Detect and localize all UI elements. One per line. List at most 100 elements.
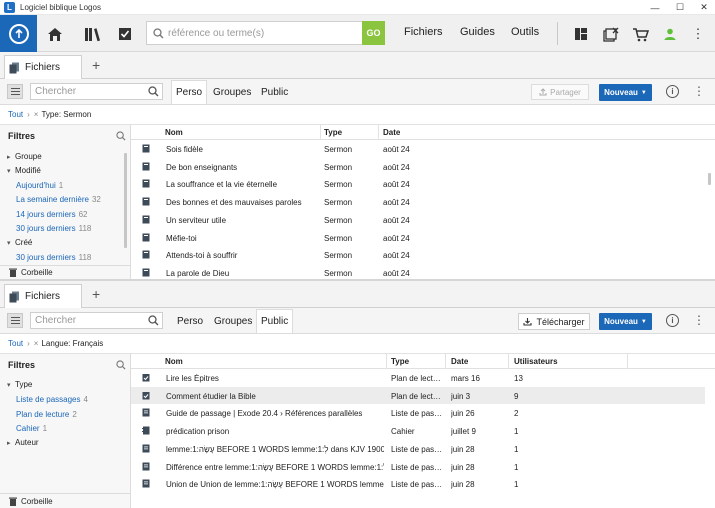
tab-groupes[interactable]: Groupes	[210, 309, 256, 333]
cart-icon[interactable]	[629, 23, 651, 45]
new-button[interactable]: Nouveau ▼	[599, 84, 652, 101]
minimize-icon[interactable]: —	[643, 0, 667, 15]
table-scrollbar[interactable]	[708, 173, 711, 185]
table-row[interactable]: Sois fidèle Sermon août 24	[131, 140, 705, 158]
close-icon[interactable]: ✕	[692, 0, 715, 15]
tab-perso[interactable]: Perso	[173, 309, 207, 333]
add-tab-icon[interactable]: +	[92, 286, 100, 302]
table-row[interactable]: Union de Union de lemme:1:עָשָׂה BEFORE …	[131, 475, 705, 493]
breadcrumb-home-link[interactable]: Tout	[8, 339, 23, 348]
filter-last-30-days[interactable]: 30 jours derniers 118	[16, 224, 91, 233]
download-button[interactable]: Télécharger	[518, 313, 590, 330]
sidebar-toggle-icon[interactable]	[7, 84, 23, 99]
table-row[interactable]: Guide de passage | Exode 20.4 › Référenc…	[131, 404, 705, 422]
tab-public[interactable]: Public	[256, 309, 294, 333]
layout-icon[interactable]	[570, 23, 592, 45]
column-separator[interactable]	[627, 354, 628, 369]
table-row[interactable]: Des bonnes et des mauvaises paroles Sermo…	[131, 193, 705, 211]
column-header-name[interactable]: Nom	[165, 357, 183, 366]
filter-group[interactable]: ▸ Groupe	[7, 152, 42, 161]
library-icon[interactable]	[81, 23, 103, 45]
add-tab-icon[interactable]: +	[92, 57, 100, 73]
filter-search-icon[interactable]	[116, 131, 126, 141]
column-header-name[interactable]: Nom	[165, 128, 183, 137]
table-row[interactable]: prédication prison Cahier juillet 9 1	[131, 422, 705, 440]
table-row[interactable]: Lire les Épitres Plan de lect… mars 16 13	[131, 369, 705, 387]
column-header-type[interactable]: Type	[391, 357, 409, 366]
column-separator[interactable]	[445, 354, 446, 369]
cell-name: Comment étudier la Bible	[166, 391, 256, 401]
table-row[interactable]: Un serviteur utile Sermon août 24	[131, 211, 705, 229]
filter-created-last-30-days[interactable]: 30 jours derniers 118	[16, 253, 91, 262]
table-row[interactable]: Comment étudier la Bible Plan de lect… jui…	[131, 386, 705, 405]
panel-more-icon[interactable]: ⋮	[693, 84, 705, 99]
breadcrumb-separator-icon: ›	[27, 339, 30, 348]
filter-today[interactable]: Aujourd'hui 1	[16, 181, 63, 190]
column-header-date[interactable]: Date	[451, 357, 468, 366]
panel-more-icon[interactable]: ⋮	[693, 313, 705, 328]
go-button[interactable]: GO	[362, 21, 385, 45]
remove-filter-icon[interactable]: ×	[34, 339, 39, 348]
panel-search-input[interactable]	[35, 315, 145, 326]
new-button[interactable]: Nouveau ▼	[599, 313, 652, 330]
filter-author[interactable]: ▸ Auteur	[7, 438, 39, 447]
column-header-users[interactable]: Utilisateurs	[514, 357, 558, 366]
share-button[interactable]: Partager	[531, 84, 589, 100]
filters-header: Filtres	[8, 360, 36, 370]
sermon-icon	[142, 215, 150, 224]
panel-toolbar-bottom: Perso Groupes Public Télécharger Nouveau…	[0, 308, 715, 334]
table-row[interactable]: De bon enseignants Sermon août 24	[131, 158, 705, 176]
maximize-icon[interactable]: ☐	[668, 0, 692, 15]
filter-search-icon[interactable]	[116, 360, 126, 370]
user-avatar-icon[interactable]	[659, 23, 681, 45]
filter-last-week[interactable]: La semaine dernière 32	[16, 195, 101, 204]
tab-fichiers-top[interactable]: Fichiers	[4, 55, 82, 79]
remove-filter-icon[interactable]: ×	[34, 110, 39, 119]
checklist-icon[interactable]	[114, 23, 136, 45]
menu-guides[interactable]: Guides	[460, 26, 495, 38]
logos-home-button[interactable]	[0, 15, 37, 52]
filter-created[interactable]: ▾ Créé	[7, 238, 32, 247]
list-icon	[142, 408, 150, 417]
column-header-date[interactable]: Date	[383, 128, 400, 137]
panel-search-input[interactable]	[35, 86, 145, 97]
table-row[interactable]: Attends-toi à souffrir Sermon août 24	[131, 246, 705, 264]
table-row[interactable]: La souffrance et la vie éternelle Sermon a…	[131, 175, 705, 193]
filters-scrollbar[interactable]	[124, 153, 127, 248]
menu-outils[interactable]: Outils	[511, 26, 539, 38]
tab-public[interactable]: Public	[257, 80, 292, 104]
filter-notebook[interactable]: Cahier 1	[16, 424, 47, 433]
home-icon[interactable]	[44, 23, 66, 45]
filter-reading-plan[interactable]: Plan de lecture 2	[16, 410, 77, 419]
column-separator[interactable]	[320, 125, 321, 140]
filter-type[interactable]: ▾ Type	[7, 380, 32, 389]
tab-perso[interactable]: Perso	[171, 80, 208, 104]
filter-passage-list[interactable]: Liste de passages 4	[16, 395, 88, 404]
main-search-input[interactable]	[168, 27, 348, 39]
column-separator[interactable]	[386, 354, 387, 369]
trash-item[interactable]: Corbeille	[0, 265, 130, 278]
info-icon[interactable]: i	[666, 85, 679, 98]
filter-last-14-days[interactable]: 14 jours derniers 62	[16, 210, 88, 219]
table-row[interactable]: Méfie-toi Sermon août 24	[131, 229, 705, 247]
trash-item[interactable]: Corbeille	[0, 493, 130, 508]
column-separator[interactable]	[378, 125, 379, 140]
menu-fichiers[interactable]: Fichiers	[404, 26, 443, 38]
breadcrumb-home-link[interactable]: Tout	[8, 110, 23, 119]
cell-type: Cahier	[391, 427, 415, 437]
cell-type: Sermon	[324, 215, 353, 225]
table-row[interactable]: Différence entre lemme:1:עָשָׂה BEFORE 1…	[131, 458, 705, 476]
cell-name: lemme:1:עָשָׂה BEFORE 1 WORDS lemme:1:לְ…	[166, 444, 384, 454]
info-icon[interactable]: i	[666, 314, 679, 327]
table-row[interactable]: lemme:1:עָשָׂה BEFORE 1 WORDS lemme:1:לְ…	[131, 440, 705, 458]
sidebar-toggle-icon[interactable]	[7, 313, 23, 328]
filter-modified[interactable]: ▾ Modifié	[7, 166, 41, 175]
tab-groupes[interactable]: Groupes	[209, 80, 255, 104]
cell-date: août 24	[383, 145, 410, 154]
cell-date: août 24	[383, 180, 410, 190]
close-panels-icon[interactable]	[600, 23, 622, 45]
column-separator[interactable]	[508, 354, 509, 369]
more-menu-icon[interactable]: ⋮	[687, 23, 709, 45]
tab-fichiers-bottom[interactable]: Fichiers	[4, 284, 82, 308]
column-header-type[interactable]: Type	[324, 128, 342, 137]
